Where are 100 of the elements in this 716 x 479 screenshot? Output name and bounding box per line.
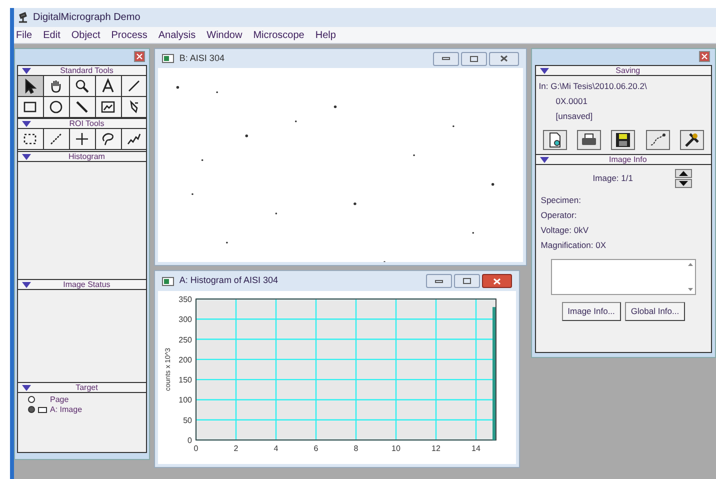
- x-tick-label: 0: [194, 444, 199, 453]
- menu-item[interactable]: Microscope: [253, 28, 304, 42]
- section-header[interactable]: Standard Tools: [18, 65, 146, 76]
- y-tick-label: 300: [179, 315, 192, 324]
- toolbar-button[interactable]: [611, 130, 636, 150]
- tool-button[interactable]: [122, 76, 146, 96]
- image-window-icon: [162, 54, 174, 63]
- toolbar-button[interactable]: [577, 130, 602, 150]
- info-button[interactable]: Global Info...: [624, 302, 686, 321]
- saving-text: 0X.0001: [554, 95, 588, 108]
- menu-item[interactable]: Window: [206, 28, 242, 42]
- x-tick-label: 4: [274, 444, 279, 453]
- menu-item[interactable]: Analysis: [158, 28, 196, 42]
- y-tick-label: 100: [179, 396, 192, 405]
- tool-button[interactable]: [70, 76, 95, 96]
- tool-button[interactable]: [18, 129, 43, 149]
- toolbar-button[interactable]: [542, 130, 567, 150]
- collapse-triangle-icon: [22, 384, 31, 390]
- window-title: B: AISI 304: [179, 52, 226, 65]
- close-icon: [500, 55, 508, 62]
- target-label: Page: [50, 395, 69, 404]
- section-header[interactable]: Histogram: [18, 151, 146, 162]
- oval-icon: [48, 99, 64, 115]
- tool-button[interactable]: [44, 97, 69, 117]
- close-button[interactable]: [488, 52, 519, 66]
- maximize-button[interactable]: [454, 274, 480, 288]
- target-label: A: Image: [50, 405, 82, 414]
- y-tick-label: 250: [179, 335, 192, 344]
- y-tick-label: 50: [184, 416, 192, 425]
- tool-button[interactable]: [96, 76, 121, 96]
- down-arrow-icon: [679, 181, 688, 186]
- collapse-triangle-icon: [22, 120, 31, 126]
- close-icon: [136, 53, 144, 60]
- window-title: DigitalMicrograph Demo: [33, 11, 140, 25]
- up-arrow-icon: [679, 171, 688, 176]
- profile-icon: [126, 131, 142, 147]
- minimize-button[interactable]: [426, 274, 452, 288]
- toolbar-button[interactable]: [680, 130, 704, 150]
- section-title: Image Info: [608, 156, 648, 164]
- next-button[interactable]: [675, 179, 692, 188]
- dashed-rectangle-icon: [22, 131, 38, 147]
- radio-button[interactable]: [28, 406, 35, 413]
- menu-item[interactable]: Help: [315, 28, 336, 42]
- letter-a-icon: [100, 78, 116, 94]
- tool-button[interactable]: [122, 97, 146, 117]
- toolbar-button[interactable]: [646, 130, 670, 150]
- tools-icon: [684, 132, 700, 148]
- x-tick-label: 2: [234, 444, 239, 453]
- tool-button[interactable]: [18, 76, 43, 96]
- page-preview-icon: [546, 132, 563, 148]
- saving-text: In: G:\Mi Tesis\2010.06.20.2\: [538, 80, 648, 93]
- section-title: Saving: [614, 66, 642, 74]
- info-field: Magnification: 0X: [540, 238, 706, 253]
- lasso-icon: [100, 131, 116, 147]
- info-field: Specimen:: [540, 193, 706, 208]
- printer-icon: [581, 132, 598, 148]
- x-tick-label: 12: [432, 444, 441, 453]
- tool-button[interactable]: [70, 97, 95, 117]
- minimize-button[interactable]: [432, 52, 459, 66]
- info-button[interactable]: Image Info...: [562, 302, 621, 321]
- menu-item[interactable]: File: [16, 28, 32, 42]
- section-title: Standard Tools: [59, 66, 114, 74]
- collapse-triangle-icon: [540, 156, 549, 162]
- collapse-triangle-icon: [22, 282, 31, 288]
- menu-item[interactable]: Object: [71, 28, 100, 42]
- x-tick-label: 8: [354, 444, 359, 453]
- menu-item[interactable]: Process: [111, 28, 148, 42]
- close-button[interactable]: [482, 274, 512, 288]
- tool-button[interactable]: [122, 129, 146, 149]
- section-title: Histogram: [67, 152, 106, 160]
- crosshair-icon: [74, 131, 90, 147]
- collapse-triangle-icon: [22, 154, 31, 160]
- radio-button[interactable]: [28, 396, 35, 403]
- section-header[interactable]: ROI Tools: [18, 118, 146, 129]
- close-button[interactable]: [134, 51, 146, 62]
- section-title: ROI Tools: [68, 120, 106, 128]
- x-tick-label: 6: [314, 444, 319, 453]
- x-tick-label: 10: [392, 444, 401, 453]
- x-tick-label: 14: [472, 444, 481, 453]
- section-header[interactable]: Image Status: [18, 279, 146, 290]
- wand-icon: [74, 99, 90, 115]
- tool-button[interactable]: [44, 76, 69, 96]
- section-title: Target: [74, 384, 99, 392]
- section-header[interactable]: Image Info: [536, 154, 711, 165]
- previous-button[interactable]: [675, 169, 692, 178]
- section-title: Image Status: [62, 280, 112, 288]
- menu-item[interactable]: Edit: [43, 28, 60, 42]
- tool-button[interactable]: [96, 97, 121, 117]
- section-header[interactable]: Target: [18, 382, 146, 393]
- tool-button[interactable]: [18, 97, 43, 117]
- tool-button[interactable]: [44, 129, 69, 149]
- microscope-icon: [17, 12, 29, 23]
- section-header[interactable]: Saving: [536, 65, 711, 76]
- collapse-triangle-icon: [22, 68, 31, 74]
- y-tick-label: 150: [179, 376, 192, 385]
- notes-field[interactable]: [550, 259, 696, 295]
- tool-button[interactable]: [70, 129, 95, 149]
- tool-button[interactable]: [96, 129, 121, 149]
- close-button[interactable]: [699, 51, 710, 62]
- maximize-button[interactable]: [460, 52, 487, 66]
